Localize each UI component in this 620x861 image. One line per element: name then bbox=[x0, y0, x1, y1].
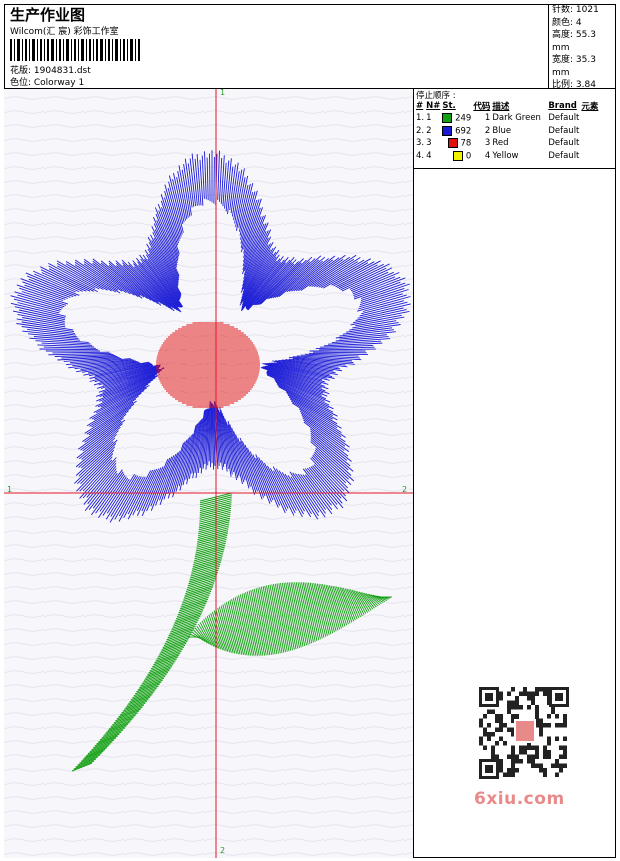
axis-bottom-label: 2 bbox=[220, 846, 226, 855]
color-swatch bbox=[442, 113, 453, 123]
row-index: 3. bbox=[416, 138, 425, 149]
axis-right-label: 2 bbox=[402, 485, 408, 494]
axis-left-label: 1 bbox=[7, 485, 13, 494]
col-header: # bbox=[416, 101, 424, 111]
col-header: Brand bbox=[548, 101, 577, 111]
table-row[interactable]: 2. 2 692 2 Blue Default bbox=[415, 125, 599, 138]
thread-description: Yellow bbox=[492, 150, 519, 161]
thread-description: Dark Green bbox=[492, 113, 541, 124]
stop-sequence-panel: 停止顺序 : # N# St. 代码 描述 Brand 元素 1. 1 249 … bbox=[414, 89, 616, 169]
embroidery-preview bbox=[4, 89, 413, 858]
stitch-cell: 78 bbox=[441, 137, 472, 150]
qr-code-icon bbox=[469, 683, 579, 783]
needle-number: 1 bbox=[426, 113, 432, 124]
colorway-label: 色位: Colorway 1 bbox=[10, 78, 85, 88]
needle-number: 2 bbox=[426, 125, 432, 136]
thread-brand: Default bbox=[548, 125, 580, 136]
stitch-cell: 692 bbox=[441, 125, 472, 138]
col-header: St. bbox=[442, 101, 456, 111]
element-cell bbox=[580, 112, 599, 125]
stitch-count-cell: 0 bbox=[465, 151, 472, 161]
thread-brand: Default bbox=[548, 113, 580, 124]
row-index: 1. bbox=[416, 113, 425, 124]
element-cell bbox=[580, 150, 599, 163]
thread-code: 4 bbox=[484, 150, 491, 161]
thread-code: 3 bbox=[484, 138, 491, 149]
thread-description: Red bbox=[492, 138, 509, 149]
thread-description: Blue bbox=[492, 125, 512, 136]
stop-sequence-table: # N# St. 代码 描述 Brand 元素 1. 1 249 1 Dark … bbox=[415, 100, 599, 162]
col-header: 元素 bbox=[581, 102, 599, 112]
color-swatch bbox=[453, 150, 464, 161]
needle-number: 3 bbox=[426, 138, 432, 149]
element-cell bbox=[580, 125, 599, 138]
table-row[interactable]: 3. 3 78 3 Red Default bbox=[415, 137, 599, 150]
color-count: 颜色: 4 bbox=[552, 17, 582, 28]
col-header: 描述 bbox=[492, 102, 510, 112]
table-row[interactable]: 1. 1 249 1 Dark Green Default bbox=[415, 112, 599, 125]
thread-brand: Default bbox=[548, 138, 580, 149]
col-header: 代码 bbox=[473, 102, 491, 112]
needle-number: 4 bbox=[426, 150, 432, 161]
color-swatch bbox=[442, 125, 453, 136]
stitch-count: 针数: 1021 bbox=[552, 5, 599, 15]
table-row[interactable]: 4. 4 0 4 Yellow Default bbox=[415, 150, 599, 163]
thread-code: 2 bbox=[484, 125, 491, 136]
page-title: 生产作业图 bbox=[10, 6, 86, 24]
stitch-count-cell: 692 bbox=[455, 126, 472, 136]
worksheet-header: 生产作业图 Wilcom(汇 宸) 彩饰工作室 花版: 1904831.dst … bbox=[4, 4, 616, 90]
stitch-count-cell: 249 bbox=[455, 113, 472, 124]
thread-brand: Default bbox=[548, 150, 580, 161]
studio-subtitle: Wilcom(汇 宸) 彩饰工作室 bbox=[10, 27, 119, 37]
stitch-cell: 249 bbox=[441, 112, 472, 125]
row-index: 2. bbox=[416, 125, 425, 136]
row-index: 4. bbox=[416, 150, 425, 161]
stitch-cell: 0 bbox=[441, 150, 472, 163]
element-cell bbox=[580, 137, 599, 150]
stop-sequence-header-row: # N# St. 代码 描述 Brand 元素 bbox=[415, 100, 599, 112]
barcode-icon bbox=[10, 39, 140, 61]
thread-code: 1 bbox=[484, 113, 491, 124]
col-header: N# bbox=[426, 101, 441, 111]
stitch-count-cell: 78 bbox=[460, 138, 472, 149]
design-stats-panel: 针数: 1021 颜色: 4 高度: 55.3 mm 宽度: 35.3 mm 比… bbox=[548, 4, 616, 90]
design-height: 高度: 55.3 mm bbox=[552, 30, 596, 53]
color-swatch bbox=[447, 138, 458, 148]
design-width: 宽度: 35.3 mm bbox=[552, 55, 596, 78]
watermark-site: 6xiu.com bbox=[474, 789, 565, 809]
design-preview-canvas: 1 2 1 2 bbox=[4, 89, 414, 858]
axis-top-label: 1 bbox=[220, 89, 226, 97]
